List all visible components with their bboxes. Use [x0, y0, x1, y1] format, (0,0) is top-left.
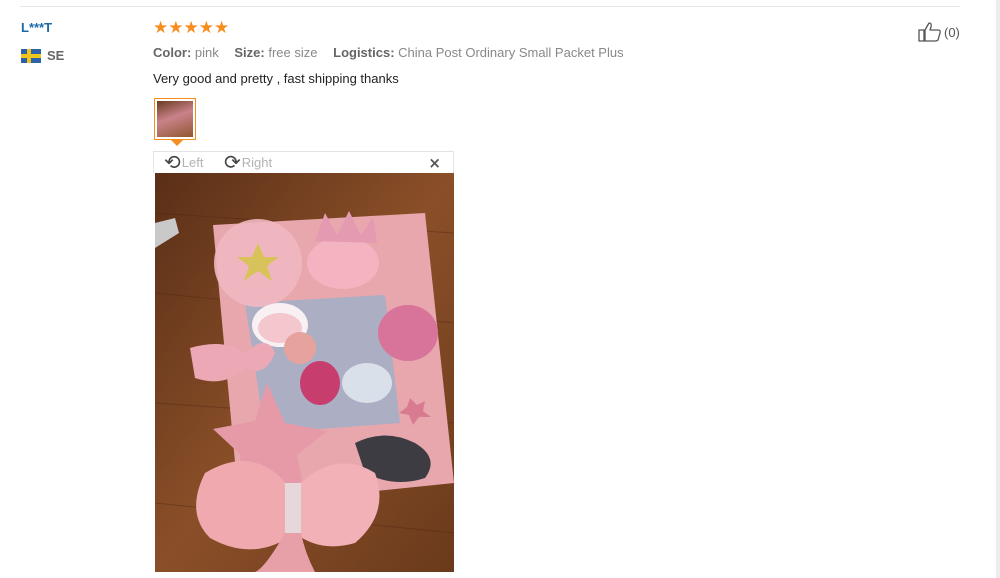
star-icon: ★	[153, 18, 169, 38]
review-photo-thumbnail[interactable]	[154, 98, 196, 140]
reviewer-name: L***T	[21, 20, 53, 35]
thumbs-up-icon	[918, 22, 941, 42]
scrollbar[interactable]	[996, 0, 1000, 578]
reviewer-country: SE	[21, 48, 64, 63]
star-icon: ★	[214, 18, 230, 38]
order-properties: Color: pink Size: free size Logistics: C…	[153, 45, 624, 60]
close-viewer-button[interactable]: ×	[428, 154, 441, 172]
rating-stars: ★ ★ ★ ★ ★	[153, 18, 229, 38]
rotate-right-button[interactable]: ⟳ Right	[224, 152, 272, 172]
close-icon: ×	[428, 154, 441, 172]
divider	[20, 6, 960, 7]
logistics-value: China Post Ordinary Small Packet Plus	[398, 45, 624, 60]
star-icon: ★	[168, 18, 184, 38]
sweden-flag-icon	[21, 48, 41, 63]
rotate-left-icon: ⟲	[164, 150, 181, 174]
review-photo-image	[155, 173, 454, 572]
country-code: SE	[47, 48, 65, 63]
rotate-left-button[interactable]: ⟲ Left	[164, 152, 203, 172]
size-label: Size:	[234, 45, 265, 60]
size-value: free size	[268, 45, 318, 60]
review-text: Very good and pretty , fast shipping tha…	[153, 71, 399, 86]
star-icon: ★	[183, 18, 199, 38]
color-value: pink	[194, 45, 219, 60]
color-label: Color:	[153, 45, 192, 60]
logistics-label: Logistics:	[333, 45, 395, 60]
star-icon: ★	[198, 18, 214, 38]
image-viewer-toolbar: ⟲ Left ⟳ Right ×	[153, 151, 454, 173]
helpful-count: (0)	[944, 24, 960, 40]
thumbnail-image	[157, 101, 193, 137]
rotate-right-label: Right	[241, 154, 273, 170]
review-photo	[155, 173, 454, 572]
helpful-button[interactable]: (0)	[918, 22, 960, 42]
rotate-left-label: Left	[181, 154, 204, 170]
rotate-right-icon: ⟳	[224, 150, 241, 174]
thumbnail-pointer	[171, 140, 183, 146]
